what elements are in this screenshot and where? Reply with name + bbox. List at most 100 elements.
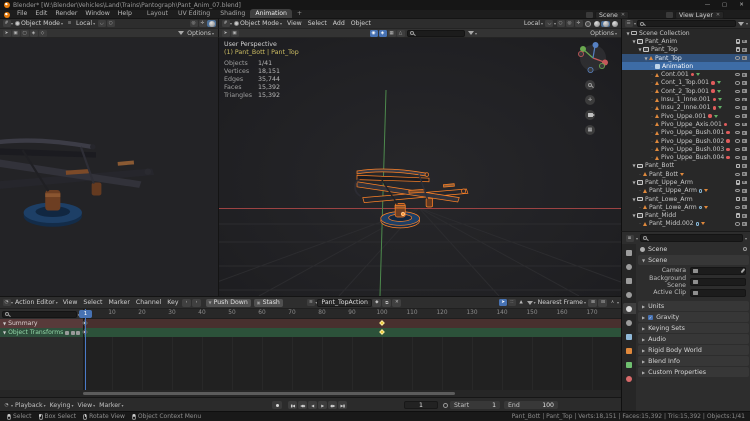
- camera-icon[interactable]: [742, 122, 747, 127]
- eye-icon[interactable]: [735, 147, 740, 151]
- snap-toggle-icon[interactable]: ◉: [369, 29, 378, 37]
- menu-help[interactable]: Help: [114, 9, 136, 18]
- camera-icon[interactable]: [742, 222, 747, 226]
- properties-tab-physics[interactable]: [623, 373, 636, 384]
- mute-icon[interactable]: [70, 330, 75, 335]
- channel-track-object-transforms[interactable]: [84, 328, 621, 337]
- eye-icon[interactable]: [735, 172, 740, 176]
- unlink-scene-icon[interactable]: ✕: [621, 12, 625, 18]
- eye-icon[interactable]: [735, 189, 740, 193]
- shading-rendered-button[interactable]: [610, 20, 619, 27]
- workspace-tab-shading[interactable]: Shading: [215, 9, 250, 18]
- next-keyframe-button[interactable]: ◆▶: [328, 401, 337, 409]
- current-frame-field[interactable]: 1: [404, 401, 438, 409]
- show-hidden-icon[interactable]: ∷: [508, 299, 517, 306]
- outliner-row-pivo-uppe-bush-001[interactable]: · Pivo_Uppe_Bush.001: [622, 129, 750, 137]
- eye-icon[interactable]: [735, 205, 740, 209]
- editor-type-icon[interactable]: ≣: [625, 234, 634, 242]
- checkbox-icon[interactable]: [735, 213, 740, 218]
- dope-menu-marker[interactable]: Marker: [105, 299, 132, 306]
- dope-menu-view[interactable]: View: [60, 299, 81, 306]
- eyedropper-icon[interactable]: [740, 268, 745, 273]
- proportional-edit-icon[interactable]: ○: [106, 20, 115, 27]
- auto-keying-button[interactable]: [272, 401, 282, 409]
- frame-start-field[interactable]: Start 1: [450, 401, 500, 409]
- current-frame-indicator[interactable]: 1: [79, 310, 92, 318]
- workspace-tab-layout[interactable]: Layout: [142, 9, 173, 18]
- shading-solid-button[interactable]: [592, 20, 601, 27]
- options-dropdown[interactable]: Options ▾: [588, 30, 619, 37]
- dope-menu-channel[interactable]: Channel: [133, 299, 164, 306]
- pantograph-model-selected[interactable]: [354, 168, 469, 229]
- background-scene-input[interactable]: [690, 277, 746, 286]
- viewport-left-canvas[interactable]: [0, 38, 219, 296]
- tool-option-icon[interactable]: ▣: [11, 29, 20, 37]
- camera-icon[interactable]: [742, 155, 747, 160]
- fake-user-shield-icon[interactable]: ◆: [372, 298, 382, 307]
- channel-search-input[interactable]: [2, 310, 77, 318]
- remove-view-layer-icon[interactable]: ✕: [716, 12, 720, 18]
- filter-icon[interactable]: [526, 300, 533, 305]
- navigation-gizmo[interactable]: [577, 42, 608, 73]
- eye-icon[interactable]: [735, 97, 740, 102]
- caret-down-icon[interactable]: ▼: [3, 330, 6, 335]
- viewport-main-canvas[interactable]: User Perspective (1) Pant_Bott | Pant_To…: [219, 38, 621, 296]
- frame-end-field[interactable]: End 100: [504, 401, 558, 409]
- outliner-row-pant-midd-002[interactable]: · Pant_Midd.002: [622, 220, 750, 228]
- panel-custom-properties[interactable]: ▶ Custom Properties: [638, 367, 749, 377]
- snap-option-icon[interactable]: ▦: [387, 29, 396, 37]
- checkbox-checked-icon[interactable]: ✓: [648, 314, 654, 320]
- properties-tab-world[interactable]: [623, 317, 636, 328]
- new-action-copy-icon[interactable]: ⧉: [382, 298, 392, 307]
- outliner-row-scene-collection[interactable]: ▼ Scene Collection: [622, 29, 750, 37]
- panel-rigid-body-world[interactable]: ▶ Rigid Body World: [638, 345, 749, 355]
- overlays-icon[interactable]: ◎: [189, 20, 198, 27]
- clock-icon[interactable]: ◔: [3, 402, 11, 409]
- camera-icon[interactable]: [742, 213, 747, 218]
- workspace-tab-uv-editing[interactable]: UV Editing: [173, 9, 215, 18]
- properties-tab-scene[interactable]: [622, 303, 636, 314]
- eye-icon[interactable]: [735, 81, 740, 85]
- pin-icon[interactable]: [743, 247, 747, 251]
- camera-icon[interactable]: [742, 39, 747, 44]
- dope-menu-key[interactable]: Key: [164, 299, 181, 306]
- outliner-row-pant-bott[interactable]: · Pant_Bott: [622, 170, 750, 178]
- outliner-row-pant-lowe-arm[interactable]: ▼ Pant_Lowe_Arm: [622, 195, 750, 203]
- orientation-dropdown[interactable]: Local ▾: [522, 20, 545, 27]
- channel-object-transforms[interactable]: ▼ Object Transforms: [0, 328, 83, 337]
- properties-tab-tool[interactable]: [623, 247, 636, 258]
- pantograph-model-side[interactable]: [0, 38, 219, 296]
- gizmos-icon[interactable]: ✛: [198, 20, 207, 27]
- camera-icon[interactable]: [742, 89, 747, 94]
- outliner-row-pant-uppe-arm[interactable]: ▼ Pant_Uppe_Arm: [622, 178, 750, 186]
- camera-icon[interactable]: [742, 114, 747, 119]
- camera-icon[interactable]: [742, 139, 747, 143]
- paste-keyframes-icon[interactable]: ⊟: [598, 298, 608, 307]
- modifier-icon[interactable]: [65, 330, 70, 335]
- workspace-tab-animation[interactable]: Animation: [250, 9, 292, 18]
- menu-render[interactable]: Render: [51, 9, 81, 18]
- outliner-row-pant-top[interactable]: ▼ Pant_Top: [622, 53, 750, 63]
- camera-icon[interactable]: [742, 56, 747, 60]
- mode-dropdown[interactable]: Object Mode ▾: [232, 20, 284, 27]
- pan-button[interactable]: ✛: [585, 95, 595, 105]
- outliner-row-cont-2-top-001[interactable]: · Cont_2_Top.001: [622, 87, 750, 95]
- snap-magnet-icon[interactable]: ◡: [97, 20, 106, 27]
- properties-tab-object-data[interactable]: [623, 359, 636, 370]
- eye-icon[interactable]: [735, 73, 740, 77]
- unlink-action-icon[interactable]: ✕: [392, 298, 402, 307]
- close-button[interactable]: ✕: [733, 0, 750, 10]
- channel-summary[interactable]: ▼ Summary: [0, 319, 83, 328]
- play-reverse-button[interactable]: ◀: [308, 401, 317, 409]
- editor-type-icon[interactable]: #: [221, 20, 230, 27]
- toggle-perspective-button[interactable]: ▦: [585, 125, 595, 135]
- eye-icon[interactable]: [735, 131, 740, 135]
- keyframe-track-area[interactable]: 10 20 30 40 50 60 70 80 90 100 110 120 130 140 150 160 1…: [79, 309, 621, 390]
- snap-magnet-icon[interactable]: ◡: [545, 20, 554, 27]
- timeline-menu-playback[interactable]: Playback ▾: [13, 402, 48, 409]
- camera-icon[interactable]: [742, 81, 747, 85]
- snap-mode-dropdown[interactable]: Nearest Frame ▾: [536, 299, 588, 306]
- options-dropdown-left[interactable]: Options ▾: [185, 30, 216, 37]
- camera-icon[interactable]: [742, 163, 747, 168]
- mode-dropdown-left[interactable]: Object Mode ▾: [13, 20, 65, 27]
